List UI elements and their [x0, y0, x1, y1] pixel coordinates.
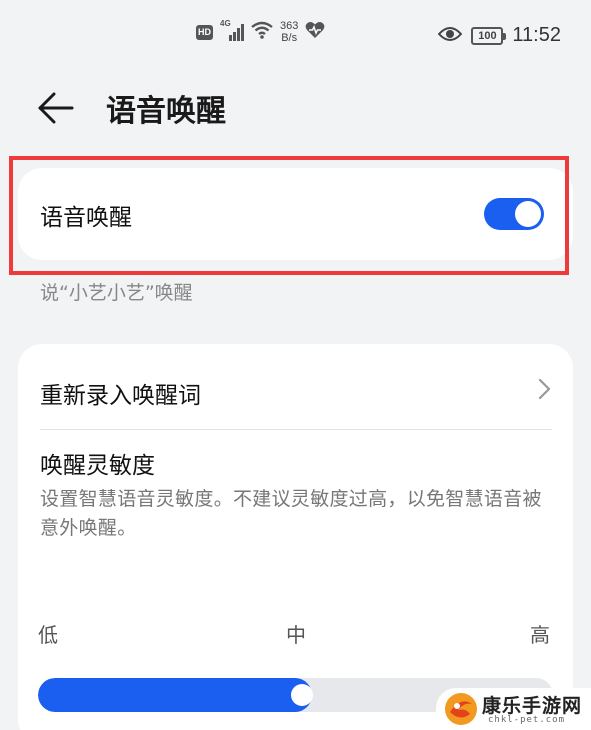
status-bar: HD 4G 363 B/s 100 11:52 — [0, 0, 591, 72]
app-header: 语音唤醒 — [0, 78, 591, 138]
rerecord-wake-word-row[interactable]: 重新录入唤醒词 — [18, 344, 573, 430]
status-left-group: HD 4G 363 B/s — [196, 19, 325, 44]
voice-wake-caption: 说“小艺小艺”唤醒 — [40, 282, 193, 304]
sensitivity-description: 设置智慧语音灵敏度。不建议灵敏度过高，以免智慧语音被意外唤醒。 — [40, 488, 542, 539]
hd-badge: HD — [196, 24, 213, 40]
watermark-logo-icon — [442, 690, 480, 730]
slider-fill — [38, 678, 312, 712]
page-title: 语音唤醒 — [106, 94, 226, 129]
highlight-box — [9, 156, 569, 275]
status-right-group: 100 11:52 — [438, 24, 561, 47]
wake-settings-card: 重新录入唤醒词 唤醒灵敏度 设置智慧语音灵敏度。不建议灵敏度过高，以免智慧语音被… — [18, 344, 573, 730]
divider — [40, 429, 552, 430]
eye-icon — [438, 26, 463, 46]
level-mid-label: 中 — [286, 623, 306, 647]
status-time: 11:52 — [512, 24, 561, 46]
watermark-text: 康乐手游网 — [482, 695, 583, 717]
watermark-subtext: chkl-pet.com — [488, 715, 566, 725]
back-arrow-icon — [36, 92, 76, 130]
battery-indicator: 100 — [471, 26, 507, 45]
speed-value: 363 — [280, 20, 299, 32]
level-low-label: 低 — [38, 623, 58, 647]
signal-icon: 4G — [220, 19, 244, 42]
chevron-right-icon — [537, 378, 551, 400]
heart-rate-icon — [305, 21, 325, 43]
network-speed: 363 B/s — [280, 20, 298, 44]
watermark: 康乐手游网 chkl-pet.com — [436, 688, 591, 730]
sensitivity-title: 唤醒灵敏度 — [40, 453, 155, 479]
slider-thumb[interactable] — [290, 684, 313, 706]
rerecord-label: 重新录入唤醒词 — [40, 383, 201, 409]
wifi-icon — [251, 21, 273, 43]
back-button[interactable] — [36, 90, 76, 126]
level-high-label: 高 — [530, 623, 550, 647]
speed-unit: B/s — [281, 32, 298, 44]
